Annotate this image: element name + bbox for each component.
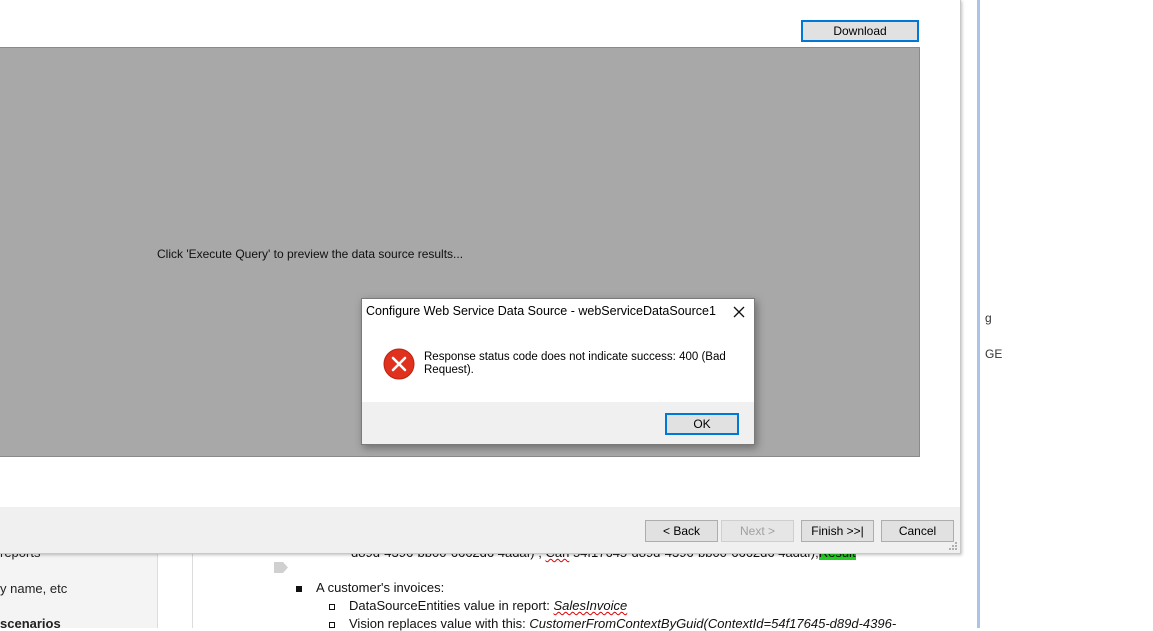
subbullet-suffix: (ContextId=54f17645-d89d-4396- [703,616,897,631]
ok-button[interactable]: OK [665,413,739,435]
close-icon[interactable] [730,303,748,321]
bullet-icon [296,585,302,592]
error-message: Response status code does not indicate s… [424,351,726,376]
error-dialog: Configure Web Service Data Source - webS… [361,298,755,445]
right-pane-text: GE [985,347,1003,361]
back-button[interactable]: < Back [645,520,718,542]
paragraph-anchor-icon [274,562,288,573]
nav-item-name[interactable]: y name, etc [0,581,67,596]
subbullet-icon [329,603,335,610]
subbullet-icon [329,621,335,628]
subbullet-value: SalesInvoice [553,598,628,613]
wizard-window: Download Click 'Execute Query' to previe… [0,0,961,554]
download-button[interactable]: Download [801,20,919,42]
right-pane-divider [977,0,980,628]
dialog-title: Configure Web Service Data Source - webS… [366,304,716,318]
bullet-text: A customer's invoices: [316,580,445,595]
subbullet-value: CustomerFromContextByGuid [529,616,704,631]
resize-grip-icon[interactable] [948,541,957,550]
subbullet-prefix: DataSourceEntities value in report: [349,598,554,613]
finish-button[interactable]: Finish >>| [801,520,874,542]
preview-message: Click 'Execute Query' to preview the dat… [157,247,464,261]
dialog-footer: OK [362,402,754,444]
nav-item-scenarios[interactable]: scenarios [0,616,61,631]
subbullet-prefix: Vision replaces value with this: [349,616,530,631]
wizard-footer: < Back Next > Finish >>| Cancel [0,507,960,553]
error-icon [383,348,415,380]
doc-subbullet-vision: Vision replaces value with this: Custome… [329,616,896,631]
doc-subbullet-entities: DataSourceEntities value in report: Sale… [329,598,627,613]
cancel-button[interactable]: Cancel [881,520,954,542]
doc-bullet-invoices: A customer's invoices: [296,580,444,595]
next-button: Next > [721,520,794,542]
right-pane-text: g [985,311,992,325]
